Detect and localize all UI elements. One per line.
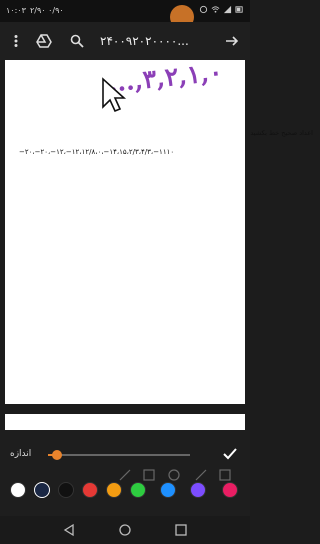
text-tool-icon[interactable] — [219, 469, 231, 481]
number-sequence: −۲۰،−۲۰،−۱۲،−۱۲،۱۲/۸،۰،−۱۴،۱۵،۲/۳،۴/۳،−۱… — [19, 148, 175, 156]
drawing-panel: اندازه — [0, 430, 250, 516]
color-swatch[interactable] — [130, 482, 146, 498]
alarm-icon — [199, 5, 208, 14]
pen-tool-icon[interactable] — [119, 469, 131, 481]
status-time: ۱۰:۰۳ — [6, 6, 26, 15]
drive-icon — [36, 34, 52, 48]
drive-button[interactable] — [34, 31, 54, 51]
navigation-bar — [0, 516, 250, 544]
search-icon — [70, 34, 84, 48]
status-bar: ۱۰:۰۳ ۲/۹۰ ۰/۹۰ — [0, 0, 250, 22]
app-toolbar: ۲۴۰۰۹۲۰۲۰۰۰۰... — [0, 22, 250, 60]
size-slider[interactable] — [48, 450, 190, 460]
wifi-icon — [211, 6, 220, 13]
more-vert-icon — [14, 35, 18, 47]
circle-tool-icon[interactable] — [168, 469, 180, 481]
color-swatch[interactable] — [106, 482, 122, 498]
size-label: اندازه — [10, 449, 32, 459]
status-icons — [199, 5, 244, 14]
arrow-forward-icon — [226, 36, 239, 46]
back-icon[interactable] — [62, 523, 76, 537]
signal-icon — [223, 5, 232, 14]
search-button[interactable] — [67, 31, 87, 51]
color-swatch[interactable] — [10, 482, 26, 498]
home-icon[interactable] — [118, 523, 132, 537]
recents-icon[interactable] — [174, 523, 188, 537]
size-slider-knob[interactable] — [51, 450, 62, 460]
color-swatch[interactable] — [58, 482, 74, 498]
status-speed: ۲/۹۰ ۰/۹۰ — [30, 6, 64, 15]
color-swatch[interactable] — [190, 482, 206, 498]
instruction-text: اعداد صحیح خط بکشید — [250, 129, 313, 137]
color-palette — [0, 480, 250, 504]
document-title: ۲۴۰۰۹۲۰۲۰۰۰۰... — [100, 34, 189, 48]
mouse-cursor-icon — [102, 77, 127, 113]
next-page[interactable] — [5, 414, 245, 430]
color-swatch[interactable] — [82, 482, 98, 498]
page-gap — [0, 404, 250, 414]
battery-icon — [235, 6, 243, 13]
more-options-button[interactable] — [6, 31, 26, 51]
confirm-check-icon[interactable] — [222, 446, 238, 462]
open-external-button[interactable] — [222, 31, 242, 51]
rectangle-tool-icon[interactable] — [143, 469, 155, 481]
color-swatch[interactable] — [222, 482, 238, 498]
color-swatch[interactable] — [160, 482, 176, 498]
arrow-tool-icon[interactable] — [195, 469, 207, 481]
color-swatch[interactable] — [34, 482, 50, 498]
